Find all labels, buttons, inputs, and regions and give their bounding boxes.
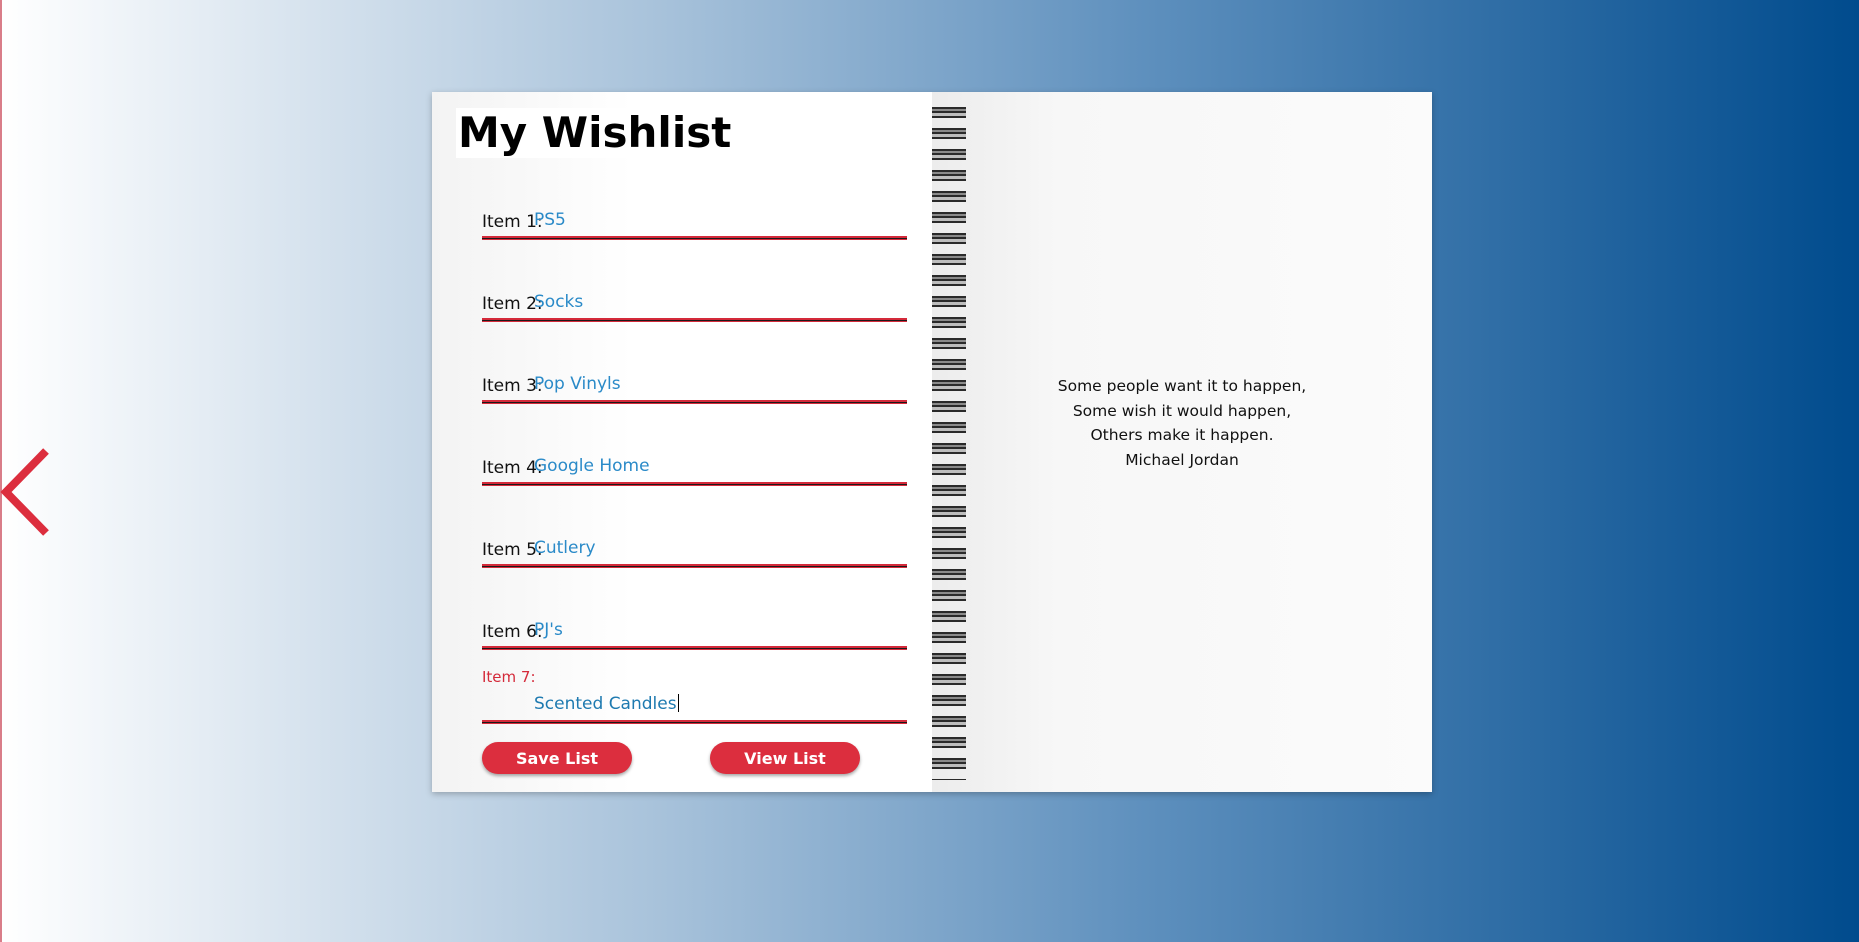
quote-line: Others make it happen.	[1090, 426, 1274, 444]
item-5-field[interactable]: Item 5: Cutlery	[482, 528, 907, 568]
item-4-field[interactable]: Item 4: Google Home	[482, 446, 907, 486]
item-1-field[interactable]: Item 1: PS5	[482, 200, 907, 240]
underline	[482, 564, 907, 568]
item-2-input[interactable]: Socks	[534, 292, 583, 312]
view-list-button[interactable]: View List	[710, 742, 860, 774]
item-6-input[interactable]: PJ's	[534, 620, 563, 640]
page-title: My Wishlist	[456, 108, 918, 158]
item-5-input[interactable]: Cutlery	[534, 538, 596, 558]
item-7-input[interactable]: Scented Candles	[534, 694, 679, 714]
item-3-field[interactable]: Item 3: Pop Vinyls	[482, 364, 907, 404]
item-4-input[interactable]: Google Home	[534, 456, 650, 476]
notebook: My Wishlist Item 1: PS5 Item 2: Socks It…	[432, 92, 1432, 792]
underline	[482, 318, 907, 322]
quote: Some people want it to happen, Some wish…	[932, 374, 1432, 472]
quote-line: Some wish it would happen,	[1072, 401, 1292, 420]
underline	[482, 720, 907, 724]
underline	[482, 400, 907, 404]
item-6-field[interactable]: Item 6: PJ's	[482, 610, 907, 650]
item-2-field[interactable]: Item 2: Socks	[482, 282, 907, 322]
back-arrow-icon[interactable]	[0, 445, 56, 539]
underline	[482, 482, 907, 486]
underline	[482, 236, 907, 240]
underline	[482, 646, 907, 650]
save-list-button[interactable]: Save List	[482, 742, 632, 774]
item-7-field[interactable]: Scented Candles	[482, 684, 907, 724]
item-3-input[interactable]: Pop Vinyls	[534, 374, 621, 394]
quote-author: Michael Jordan	[1125, 450, 1239, 469]
item-1-input[interactable]: PS5	[534, 210, 566, 230]
wishlist-page: My Wishlist Item 1: PS5 Item 2: Socks It…	[432, 92, 932, 792]
quote-line: Some people want it to happen,	[1057, 377, 1307, 395]
